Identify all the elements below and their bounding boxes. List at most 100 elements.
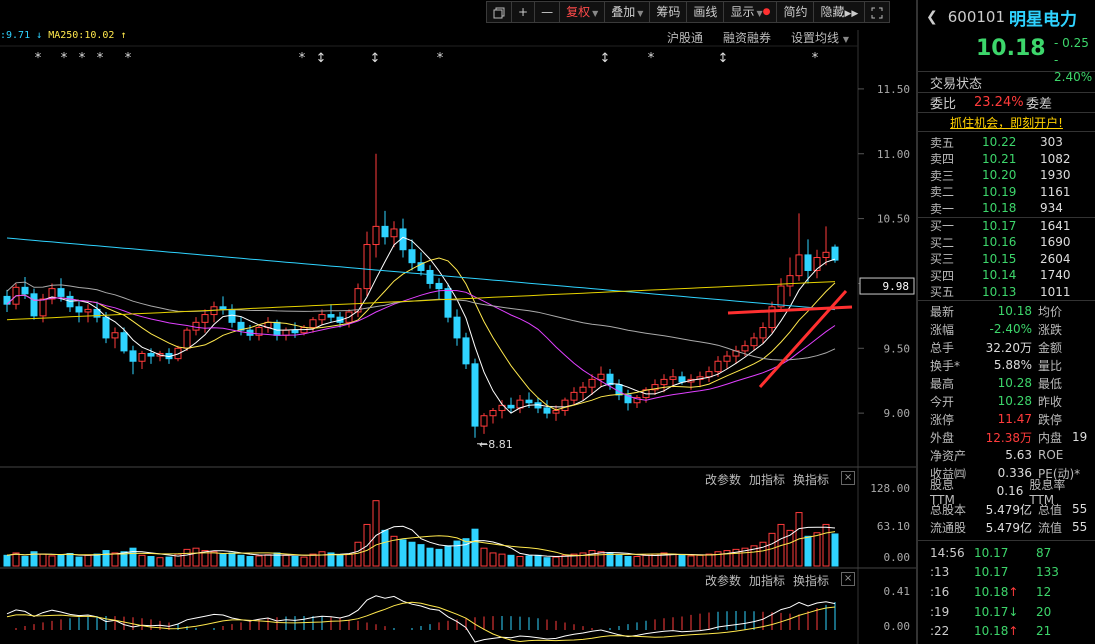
macd-params-button[interactable]: 改参数 bbox=[705, 572, 741, 589]
event-marker-icon: * bbox=[812, 51, 819, 66]
macd-axis-label: 0.00 bbox=[884, 620, 911, 633]
candle-body bbox=[786, 275, 794, 287]
stat-value-2: 19 bbox=[1072, 430, 1088, 444]
volume-bar bbox=[444, 545, 452, 567]
change-percent: - 2.40% bbox=[1054, 53, 1093, 84]
candle-body bbox=[543, 407, 551, 414]
candle-body bbox=[453, 316, 461, 339]
candle-body bbox=[120, 332, 128, 352]
orderbook-buy-row[interactable]: 买五 10.13 1011 bbox=[918, 284, 1095, 301]
volume-bar bbox=[813, 532, 821, 567]
volume-axis-label: 0.00 bbox=[884, 551, 911, 564]
stat-label-2: ROE bbox=[1038, 448, 1064, 462]
tick-direction-icon: ↓ bbox=[1008, 604, 1019, 619]
tick-row: :19 10.17↓ 20 bbox=[918, 602, 1095, 622]
volume-bar bbox=[291, 556, 299, 567]
orderbook-sell-row[interactable]: 卖三 10.20 1930 bbox=[918, 167, 1095, 184]
macd-add-indicator-button[interactable]: 加指标 bbox=[749, 572, 785, 589]
volume-switch-indicator-button[interactable]: 换指标 bbox=[793, 471, 829, 488]
tick-price-value: 10.17 bbox=[974, 604, 1009, 619]
candle-body bbox=[777, 285, 785, 308]
tick-volume: 12 bbox=[1036, 584, 1052, 599]
close-icon[interactable]: × bbox=[841, 572, 856, 586]
orderbook-sell-row[interactable]: 卖五 10.22 303 bbox=[918, 134, 1095, 151]
volume-bar bbox=[480, 547, 488, 567]
volume-bar bbox=[192, 547, 200, 567]
stat-value: 10.28 bbox=[997, 376, 1032, 390]
level-volume: 1082 bbox=[1040, 151, 1071, 166]
volume-bar bbox=[138, 554, 146, 567]
orderbook-buy-row[interactable]: 买二 10.16 1690 bbox=[918, 234, 1095, 251]
chevron-left-icon[interactable]: ❮ bbox=[926, 9, 938, 25]
volume-bar bbox=[597, 551, 605, 567]
event-marker-icon: * bbox=[648, 51, 655, 66]
tick-price: 10.17 bbox=[974, 546, 1036, 560]
level-price: 10.22 bbox=[982, 135, 1017, 150]
level-price: 10.14 bbox=[982, 268, 1017, 283]
volume-bar bbox=[75, 556, 83, 567]
macd-dif-line bbox=[6, 595, 836, 643]
stock-header: ❮ 600101 明星电力 bbox=[918, 0, 1095, 34]
macd-indicator-buttons: 改参数 加指标 换指标 × bbox=[705, 572, 856, 589]
volume-bar bbox=[822, 523, 830, 567]
volume-bar bbox=[129, 547, 137, 567]
volume-bar bbox=[669, 553, 677, 567]
volume-bar bbox=[534, 554, 542, 567]
volume-bar bbox=[183, 548, 191, 567]
event-marker-icon: ↕ bbox=[316, 51, 327, 66]
level-label: 卖三 bbox=[930, 168, 955, 183]
macd-switch-indicator-button[interactable]: 换指标 bbox=[793, 572, 829, 589]
volume-bar bbox=[417, 544, 425, 567]
close-icon[interactable]: × bbox=[841, 471, 856, 485]
level-price: 10.15 bbox=[982, 251, 1017, 266]
stat-value: 10.28 bbox=[997, 394, 1032, 408]
volume-params-button[interactable]: 改参数 bbox=[705, 471, 741, 488]
candle-body bbox=[705, 371, 713, 378]
tick-time: 14:56 bbox=[930, 545, 965, 560]
weibi-label: 委比 bbox=[930, 97, 957, 112]
orderbook-buy-row[interactable]: 买四 10.14 1740 bbox=[918, 267, 1095, 284]
volume-axis-label: 128.00 bbox=[870, 482, 910, 495]
tick-list: 14:56 10.17 87:13 10.17 133:16 10.18↑ 12:19 10.… bbox=[918, 540, 1095, 641]
level-label: 卖五 bbox=[930, 135, 955, 150]
stat-label: 最高 bbox=[930, 376, 955, 391]
candle-body bbox=[300, 327, 308, 334]
orderbook-sell-row[interactable]: 卖一 10.18 934 bbox=[918, 200, 1095, 217]
candle-body bbox=[561, 399, 569, 412]
stat-value: 5.63 bbox=[1005, 448, 1032, 462]
volume-bar bbox=[804, 535, 812, 567]
volume-add-indicator-button[interactable]: 加指标 bbox=[749, 471, 785, 488]
volume-bar bbox=[543, 557, 551, 567]
level-volume: 934 bbox=[1040, 201, 1063, 216]
stat-label: 涨幅 bbox=[930, 322, 955, 337]
candle-body bbox=[201, 314, 209, 323]
level-label: 买四 bbox=[930, 268, 955, 283]
candle-body bbox=[741, 345, 749, 352]
kline-chart[interactable]: 11.5011.0010.5010.009.509.009.98←8.81***… bbox=[0, 0, 916, 644]
stat-label: 总手 bbox=[930, 340, 955, 355]
volume-bar bbox=[471, 528, 479, 567]
stat-label-2: 均价 bbox=[1038, 304, 1063, 319]
price-axis-label: 11.50 bbox=[877, 83, 910, 96]
volume-bar bbox=[696, 554, 704, 567]
volume-bar bbox=[147, 556, 155, 567]
candle-body bbox=[183, 329, 191, 349]
level-label: 卖二 bbox=[930, 185, 955, 200]
level-volume: 1690 bbox=[1040, 235, 1071, 250]
volume-bar bbox=[156, 557, 164, 567]
candle-body bbox=[318, 314, 326, 321]
volume-bar bbox=[678, 554, 686, 567]
orderbook-buy-row[interactable]: 买三 10.15 2604 bbox=[918, 251, 1095, 268]
candle-body bbox=[525, 399, 533, 404]
stat-label: 外盘 bbox=[930, 430, 955, 445]
candle-body bbox=[102, 316, 110, 339]
stat-value: 5.88% bbox=[993, 358, 1032, 372]
orderbook-sell-row[interactable]: 卖二 10.19 1161 bbox=[918, 184, 1095, 201]
stat-label-2: 最低 bbox=[1038, 376, 1063, 391]
open-account-link[interactable]: 抓住机会，即刻开户! bbox=[918, 112, 1095, 132]
orderbook-buy-row[interactable]: 买一 10.17 1641 bbox=[918, 218, 1095, 235]
orderbook-sell-row[interactable]: 卖四 10.21 1082 bbox=[918, 151, 1095, 168]
level-volume: 1930 bbox=[1040, 168, 1071, 183]
volume-bar bbox=[435, 548, 443, 567]
candle-body bbox=[552, 410, 560, 414]
